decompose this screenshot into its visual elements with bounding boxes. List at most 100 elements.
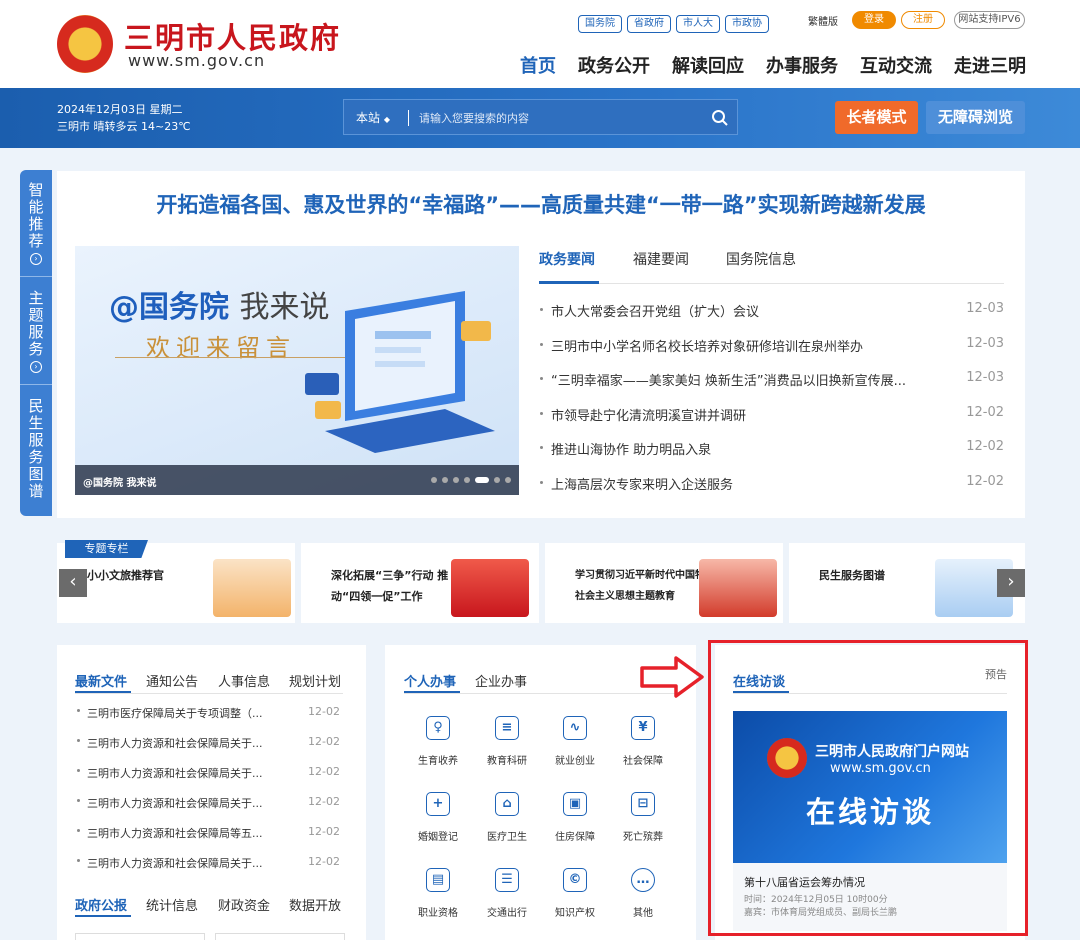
site-url: www.sm.gov.cn [128,51,266,70]
tab-personnel[interactable]: 人事信息 [218,671,270,690]
shield-icon: ¥ [631,716,655,740]
sidebar-divider [20,276,52,277]
carousel-dot[interactable] [431,477,437,483]
tab-business-services[interactable]: 企业办事 [475,671,527,690]
ip-icon: © [563,868,587,892]
tab-open-data[interactable]: 数据开放 [289,895,341,914]
topic-card-study[interactable]: 学习贯彻习近平新时代中国特色社会主义思想主题教育 [545,543,783,623]
nav-about[interactable]: 走进三明 [954,52,1026,78]
tab-personal-services[interactable]: 个人办事 [404,671,456,690]
news-item[interactable]: “三明幸福家——美家美妇 焕新生活”消费品以旧换新宣传展... 12-03 [539,360,1004,395]
topic-card-label: 民生服务图谱 [819,569,885,582]
tab-finance[interactable]: 财政资金 [218,895,270,914]
doc-item-date: 12-02 [308,765,340,778]
tab-statistics[interactable]: 统计信息 [146,895,198,914]
service-transport[interactable]: ☰ 交通出行 [474,868,540,919]
link-npc[interactable]: 市人大 [676,15,720,33]
service-ip[interactable]: © 知识产权 [542,868,608,919]
site-header: 三明市人民政府 www.sm.gov.cn 国务院 省政府 市人大 市政协 繁體版 登… [0,0,1080,88]
doc-item-title: 三明市人力资源和社会保障局关于... [87,857,263,870]
traditional-chinese-link[interactable]: 繁體版 [808,13,838,28]
service-marriage[interactable]: + 婚姻登记 [405,792,471,843]
news-item[interactable]: 上海高层次专家来明入企送服务 12-02 [539,464,1004,499]
news-item[interactable]: 三明市中小学名师名校长培养对象研修培训在泉州举办 12-03 [539,326,1004,361]
tab-gov-news[interactable]: 政务要闻 [539,249,595,269]
carousel-dot[interactable] [453,477,459,483]
topic-card-three-strive[interactable]: 深化拓展“三争”行动 推动“四领一促”工作 [301,543,539,623]
ipv6-badge: 网站支持IPV6 [954,11,1025,29]
link-state-council[interactable]: 国务院 [578,15,622,33]
register-button[interactable]: 注册 [901,11,945,29]
tab-plans[interactable]: 规划计划 [289,671,341,690]
chevron-right-icon: › [30,361,42,373]
nav-services[interactable]: 办事服务 [766,52,838,78]
search-scope-select[interactable]: 本站 ◆ [356,109,390,126]
doc-item[interactable]: 三明市人力资源和社会保障局关于... 12-02 [75,848,340,878]
carousel-dot[interactable] [505,477,511,483]
service-funeral[interactable]: ⊟ 死亡殡葬 [610,792,676,843]
search-input[interactable] [419,108,699,128]
service-education[interactable]: ≡ 教育科研 [474,716,540,767]
elder-mode-button[interactable]: 长者模式 [835,101,918,134]
doc-item[interactable]: 三明市人力资源和社会保障局关于... 12-02 [75,788,340,818]
sidebar-divider [20,384,52,385]
service-label: 职业资格 [418,908,458,919]
tab-gazette[interactable]: 政府公报 [75,895,127,914]
carousel-dot[interactable] [464,477,470,483]
tab-latest-docs[interactable]: 最新文件 [75,671,127,690]
prev-arrow-icon[interactable]: ‹ [59,569,87,597]
service-birth[interactable]: ♀ 生育收养 [405,716,471,767]
sidebar-item-service-map[interactable]: 民生服务图谱 [20,398,52,500]
link-cppcc[interactable]: 市政协 [725,15,769,33]
accessible-browse-button[interactable]: 无障碍浏览 [926,101,1025,134]
carousel-dot[interactable] [494,477,500,483]
carousel-dot[interactable] [442,477,448,483]
login-button[interactable]: 登录 [852,11,896,29]
gazette-box [75,933,205,940]
service-label: 住房保障 [555,832,595,843]
service-medical[interactable]: ⌂ 医疗卫生 [474,792,540,843]
doc-item[interactable]: 三明市人力资源和社会保障局关于... 12-02 [75,728,340,758]
link-province[interactable]: 省政府 [627,15,671,33]
marriage-icon: + [426,792,450,816]
service-social-security[interactable]: ¥ 社会保障 [610,716,676,767]
next-arrow-icon[interactable]: › [997,569,1025,597]
news-item[interactable]: 推进山海协作 助力明品入泉 12-02 [539,429,1004,464]
nav-home[interactable]: 首页 [520,52,556,78]
news-item-title: 三明市中小学名师名校长培养对象研修培训在泉州举办 [551,339,864,355]
tab-state-council-info[interactable]: 国务院信息 [726,249,796,269]
service-employment[interactable]: ∿ 就业创业 [542,716,608,767]
headline-link[interactable]: 开拓造福各国、惠及世界的“幸福路”——高质量共建“一带一路”实现新跨越新发展 [57,189,1025,219]
nav-gov-open[interactable]: 政务公开 [578,52,650,78]
news-item[interactable]: 市领导赴宁化清流明溪宣讲并调研 12-02 [539,395,1004,430]
sidebar-item-themes[interactable]: 主题服务 › [20,290,52,373]
tab-notices[interactable]: 通知公告 [146,671,198,690]
news-item[interactable]: 市人大常委会召开党组（扩大）会议 12-03 [539,291,1004,326]
documents-panel: 最新文件 通知公告 人事信息 规划计划 三明市医疗保障局关于专项调整（... 12… [57,645,366,940]
carousel-dot-active[interactable] [475,477,489,483]
doc-item[interactable]: 三明市人力资源和社会保障局等五... 12-02 [75,818,340,848]
service-qualification[interactable]: ▤ 职业资格 [405,868,471,919]
nav-interpret[interactable]: 解读回应 [672,52,744,78]
sidebar-item-label: 民生服务图谱 [28,397,44,500]
topics-tag: 专题专栏 [65,540,148,558]
doc-item-date: 12-02 [308,735,340,748]
doc-item-date: 12-02 [308,825,340,838]
tab-fujian-news[interactable]: 福建要闻 [633,249,689,269]
service-other[interactable]: … 其他 [610,868,676,919]
divider [404,693,679,694]
news-item-date: 12-02 [966,404,1004,420]
topic-card-label: 深化拓展“三争”行动 推动“四领一促”工作 [331,569,449,603]
highlight-box [708,640,1028,936]
nav-interact[interactable]: 互动交流 [860,52,932,78]
service-housing[interactable]: ▣ 住房保障 [542,792,608,843]
doc-item[interactable]: 三明市人力资源和社会保障局关于... 12-02 [75,758,340,788]
doc-item[interactable]: 三明市医疗保障局关于专项调整（... 12-02 [75,698,340,728]
search-icon[interactable] [710,108,730,128]
updown-icon: ◆ [383,115,390,124]
news-panel: 政务要闻 福建要闻 国务院信息 市人大常委会召开党组（扩大）会议 12-03 三明… [539,246,1004,498]
sidebar-item-recommend[interactable]: 智能推荐 › [20,182,52,265]
topic-card-service-map[interactable]: 民生服务图谱 [789,543,1025,623]
carousel-banner[interactable]: @国务院 我来说 欢迎来留言 @国务院 我来说 [75,246,519,495]
certificate-icon: ▤ [426,868,450,892]
